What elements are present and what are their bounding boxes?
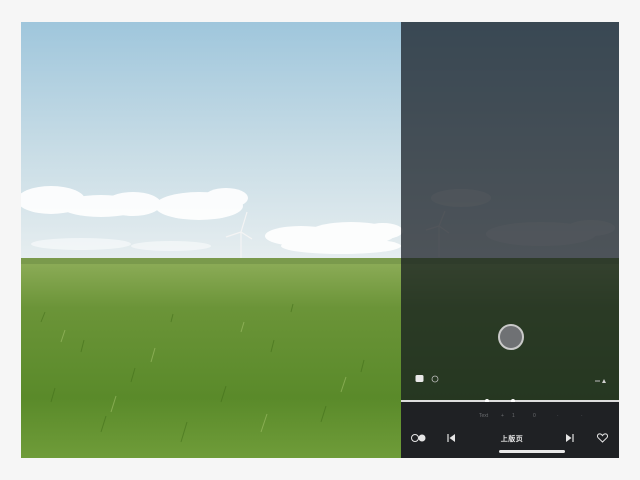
photo-viewer: Text + 1 0 · · 上版页 — [21, 22, 619, 458]
heart-icon-svg — [596, 433, 608, 443]
timer-icon-svg — [431, 375, 439, 383]
photo-icon-svg — [415, 375, 424, 382]
bottom-controls-row: 上版页 — [401, 432, 619, 448]
faint-option-dot-a[interactable]: · — [557, 410, 559, 422]
faint-options-row: Text + 1 0 · · — [401, 410, 619, 422]
skip-back-icon-svg — [447, 434, 455, 442]
skip-back-icon[interactable] — [445, 432, 457, 448]
effects-icon[interactable] — [410, 432, 428, 448]
timer-icon[interactable] — [431, 375, 439, 385]
faint-option-dot-b[interactable]: · — [581, 410, 583, 422]
faint-option-text[interactable]: Text — [479, 410, 488, 422]
shutter-button[interactable] — [498, 324, 524, 350]
flash-icon-svg — [595, 379, 606, 383]
faint-option-plus[interactable]: + — [501, 410, 504, 422]
heart-icon[interactable] — [595, 432, 609, 448]
home-indicator — [499, 450, 565, 453]
faint-option-zero[interactable]: 0 — [533, 410, 536, 422]
camera-overlay-panel — [401, 22, 619, 458]
effects-icon-svg — [411, 434, 426, 442]
skip-forward-icon[interactable] — [564, 432, 576, 448]
faint-option-one[interactable]: 1 — [512, 410, 515, 422]
center-mode-label[interactable]: 上版页 — [494, 432, 530, 448]
control-bar: Text + 1 0 · · 上版页 — [401, 402, 619, 458]
photo-icon[interactable] — [415, 374, 424, 385]
flash-icon[interactable] — [595, 376, 607, 386]
skip-forward-icon-svg — [566, 434, 574, 442]
